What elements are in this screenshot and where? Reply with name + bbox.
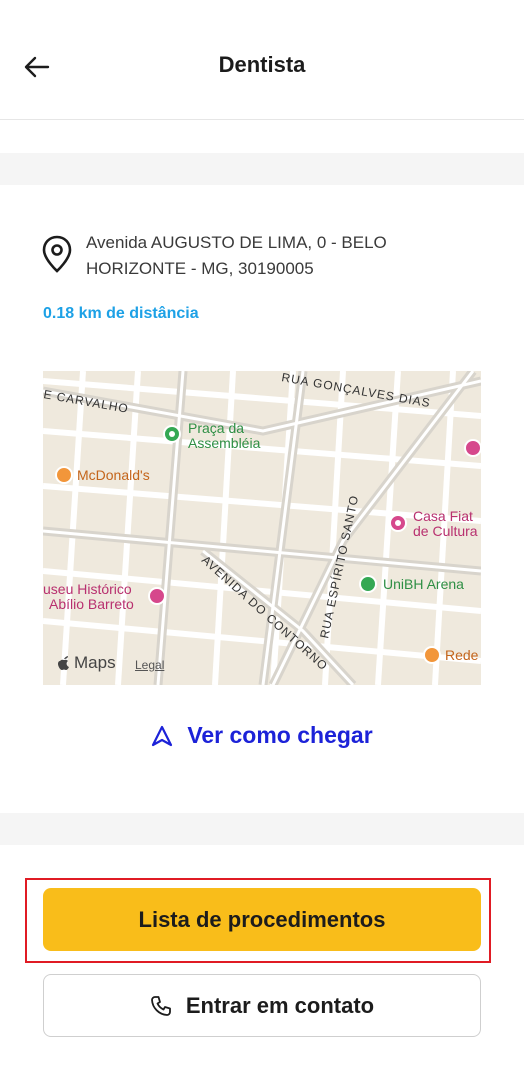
- distance-label: 0.18 km de distância: [43, 305, 199, 322]
- page-title: Dentista: [218, 52, 306, 77]
- contact-label: Entrar em contato: [185, 992, 375, 1018]
- map-legal-link[interactable]: Legal: [135, 658, 164, 672]
- section-divider: [0, 153, 524, 185]
- navigation-arrow-icon: [152, 725, 173, 746]
- svg-text:Casa Fiat: Casa Fiat: [413, 508, 473, 524]
- poi-mcdonalds: McDonald's: [55, 466, 150, 484]
- poi-museum-top-right: [464, 439, 481, 457]
- contact-button[interactable]: Entrar em contato: [43, 974, 481, 1037]
- apple-icon: [58, 656, 69, 670]
- svg-text:Praça da: Praça da: [188, 420, 244, 436]
- apple-maps-logo: Maps: [57, 653, 116, 673]
- section-divider: [0, 813, 524, 845]
- location-pin-icon: [42, 235, 72, 273]
- svg-text:UniBH Arena: UniBH Arena: [383, 576, 464, 592]
- directions-link[interactable]: Ver como chegar: [0, 722, 524, 749]
- map-canvas: RUA GONÇALVES DIAS E CARVALHO RUA ESPÍRI…: [43, 371, 481, 685]
- address-text: Avenida AUGUSTO DE LIMA, 0 - BELO HORIZO…: [86, 233, 387, 278]
- svg-text:Rede: Rede: [445, 647, 479, 663]
- poi-rede: Rede: [423, 646, 479, 664]
- procedures-list-button[interactable]: Lista de procedimentos: [43, 888, 481, 951]
- svg-text:Assembléia: Assembléia: [188, 435, 261, 451]
- svg-text:de Cultura: de Cultura: [413, 523, 478, 539]
- svg-text:useu Histórico: useu Histórico: [43, 581, 132, 597]
- phone-icon: [150, 995, 171, 1016]
- svg-text:Abílio Barreto: Abílio Barreto: [49, 596, 134, 612]
- address-block: Avenida AUGUSTO DE LIMA, 0 - BELO HORIZO…: [40, 230, 490, 282]
- maps-logo-text: Maps: [74, 653, 116, 672]
- directions-label: Ver como chegar: [187, 722, 373, 748]
- map-view[interactable]: RUA GONÇALVES DIAS E CARVALHO RUA ESPÍRI…: [43, 371, 481, 685]
- top-bar: Dentista: [0, 0, 524, 120]
- svg-text:McDonald's: McDonald's: [77, 467, 150, 483]
